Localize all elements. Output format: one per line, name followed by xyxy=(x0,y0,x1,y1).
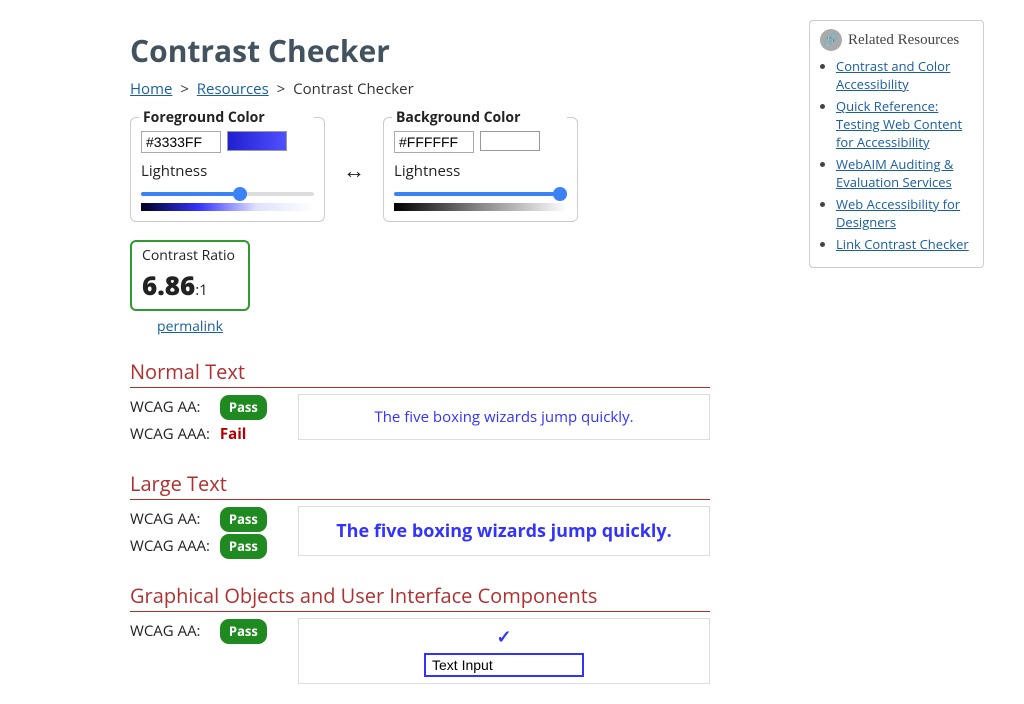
sidebar-title: Related Resources xyxy=(848,32,959,49)
ratio-number: 6.86 xyxy=(142,267,195,303)
permalink-link[interactable]: permalink xyxy=(130,317,250,336)
link-icon: 🔗 xyxy=(820,29,842,51)
sidebar-link-1[interactable]: Quick Reference: Testing Web Content for… xyxy=(836,97,962,151)
normal-aaa-result: Fail xyxy=(220,424,246,444)
sidebar-link-3[interactable]: Web Accessibility for Designers xyxy=(836,195,960,231)
bg-lightness-label: Lightness xyxy=(394,161,567,181)
ui-heading: Graphical Objects and User Interface Com… xyxy=(130,582,710,612)
ratio-suffix: :1 xyxy=(195,280,208,300)
background-swatch[interactable] xyxy=(480,131,540,151)
normal-text-heading: Normal Text xyxy=(130,358,710,388)
foreground-swatch[interactable] xyxy=(227,131,287,151)
fg-lightness-label: Lightness xyxy=(141,161,314,181)
ui-sample-box: ✓ xyxy=(298,618,710,684)
large-aa-badge: Pass xyxy=(220,507,267,532)
bg-lightness-slider[interactable] xyxy=(394,192,567,196)
related-resources-sidebar: 🔗 Related Resources Contrast and Color A… xyxy=(809,20,984,268)
background-legend: Background Color xyxy=(392,108,567,127)
ui-aa-label: WCAG AA: xyxy=(130,618,216,645)
large-sample-box[interactable]: The five boxing wizards jump quickly. xyxy=(298,506,710,556)
fg-lightness-slider[interactable] xyxy=(141,192,314,196)
sidebar-link-0[interactable]: Contrast and Color Accessibility xyxy=(836,57,950,93)
background-hex-input[interactable] xyxy=(394,131,474,153)
large-aa-label: WCAG AA: xyxy=(130,506,216,533)
normal-sample-box[interactable]: The five boxing wizards jump quickly. xyxy=(298,394,710,440)
breadcrumb-home[interactable]: Home xyxy=(130,79,172,99)
demo-text-input[interactable] xyxy=(424,653,584,677)
breadcrumb-sep: > xyxy=(180,79,189,99)
normal-aa-label: WCAG AA: xyxy=(130,394,216,421)
contrast-ratio-box: Contrast Ratio 6.86:1 xyxy=(130,240,250,311)
large-text-heading: Large Text xyxy=(130,470,710,500)
fg-gradient-bar xyxy=(141,203,314,211)
background-panel: Background Color Lightness xyxy=(383,117,578,222)
sidebar-link-2[interactable]: WebAIM Auditing & Evaluation Services xyxy=(836,155,953,191)
large-aaa-label: WCAG AAA: xyxy=(130,533,216,560)
large-aaa-badge: Pass xyxy=(220,534,267,559)
ratio-title: Contrast Ratio xyxy=(142,246,240,265)
breadcrumb: Home > Resources > Contrast Checker xyxy=(130,79,710,99)
normal-aa-badge: Pass xyxy=(220,395,267,420)
ui-aa-badge: Pass xyxy=(220,619,267,644)
breadcrumb-resources[interactable]: Resources xyxy=(197,79,269,99)
foreground-legend: Foreground Color xyxy=(139,108,314,127)
page-title: Contrast Checker xyxy=(130,30,710,71)
normal-aaa-label: WCAG AAA: xyxy=(130,421,216,448)
foreground-hex-input[interactable] xyxy=(141,131,221,153)
bg-gradient-bar xyxy=(394,203,567,211)
breadcrumb-sep: > xyxy=(277,79,286,99)
normal-sample-text: The five boxing wizards jump quickly. xyxy=(374,407,633,427)
checkmark-icon: ✓ xyxy=(309,625,699,649)
foreground-panel: Foreground Color Lightness xyxy=(130,117,325,222)
breadcrumb-current: Contrast Checker xyxy=(293,79,414,99)
sidebar-link-4[interactable]: Link Contrast Checker xyxy=(836,235,969,253)
large-sample-text: The five boxing wizards jump quickly. xyxy=(336,519,671,543)
swap-colors-button[interactable]: ↔ xyxy=(343,155,365,185)
